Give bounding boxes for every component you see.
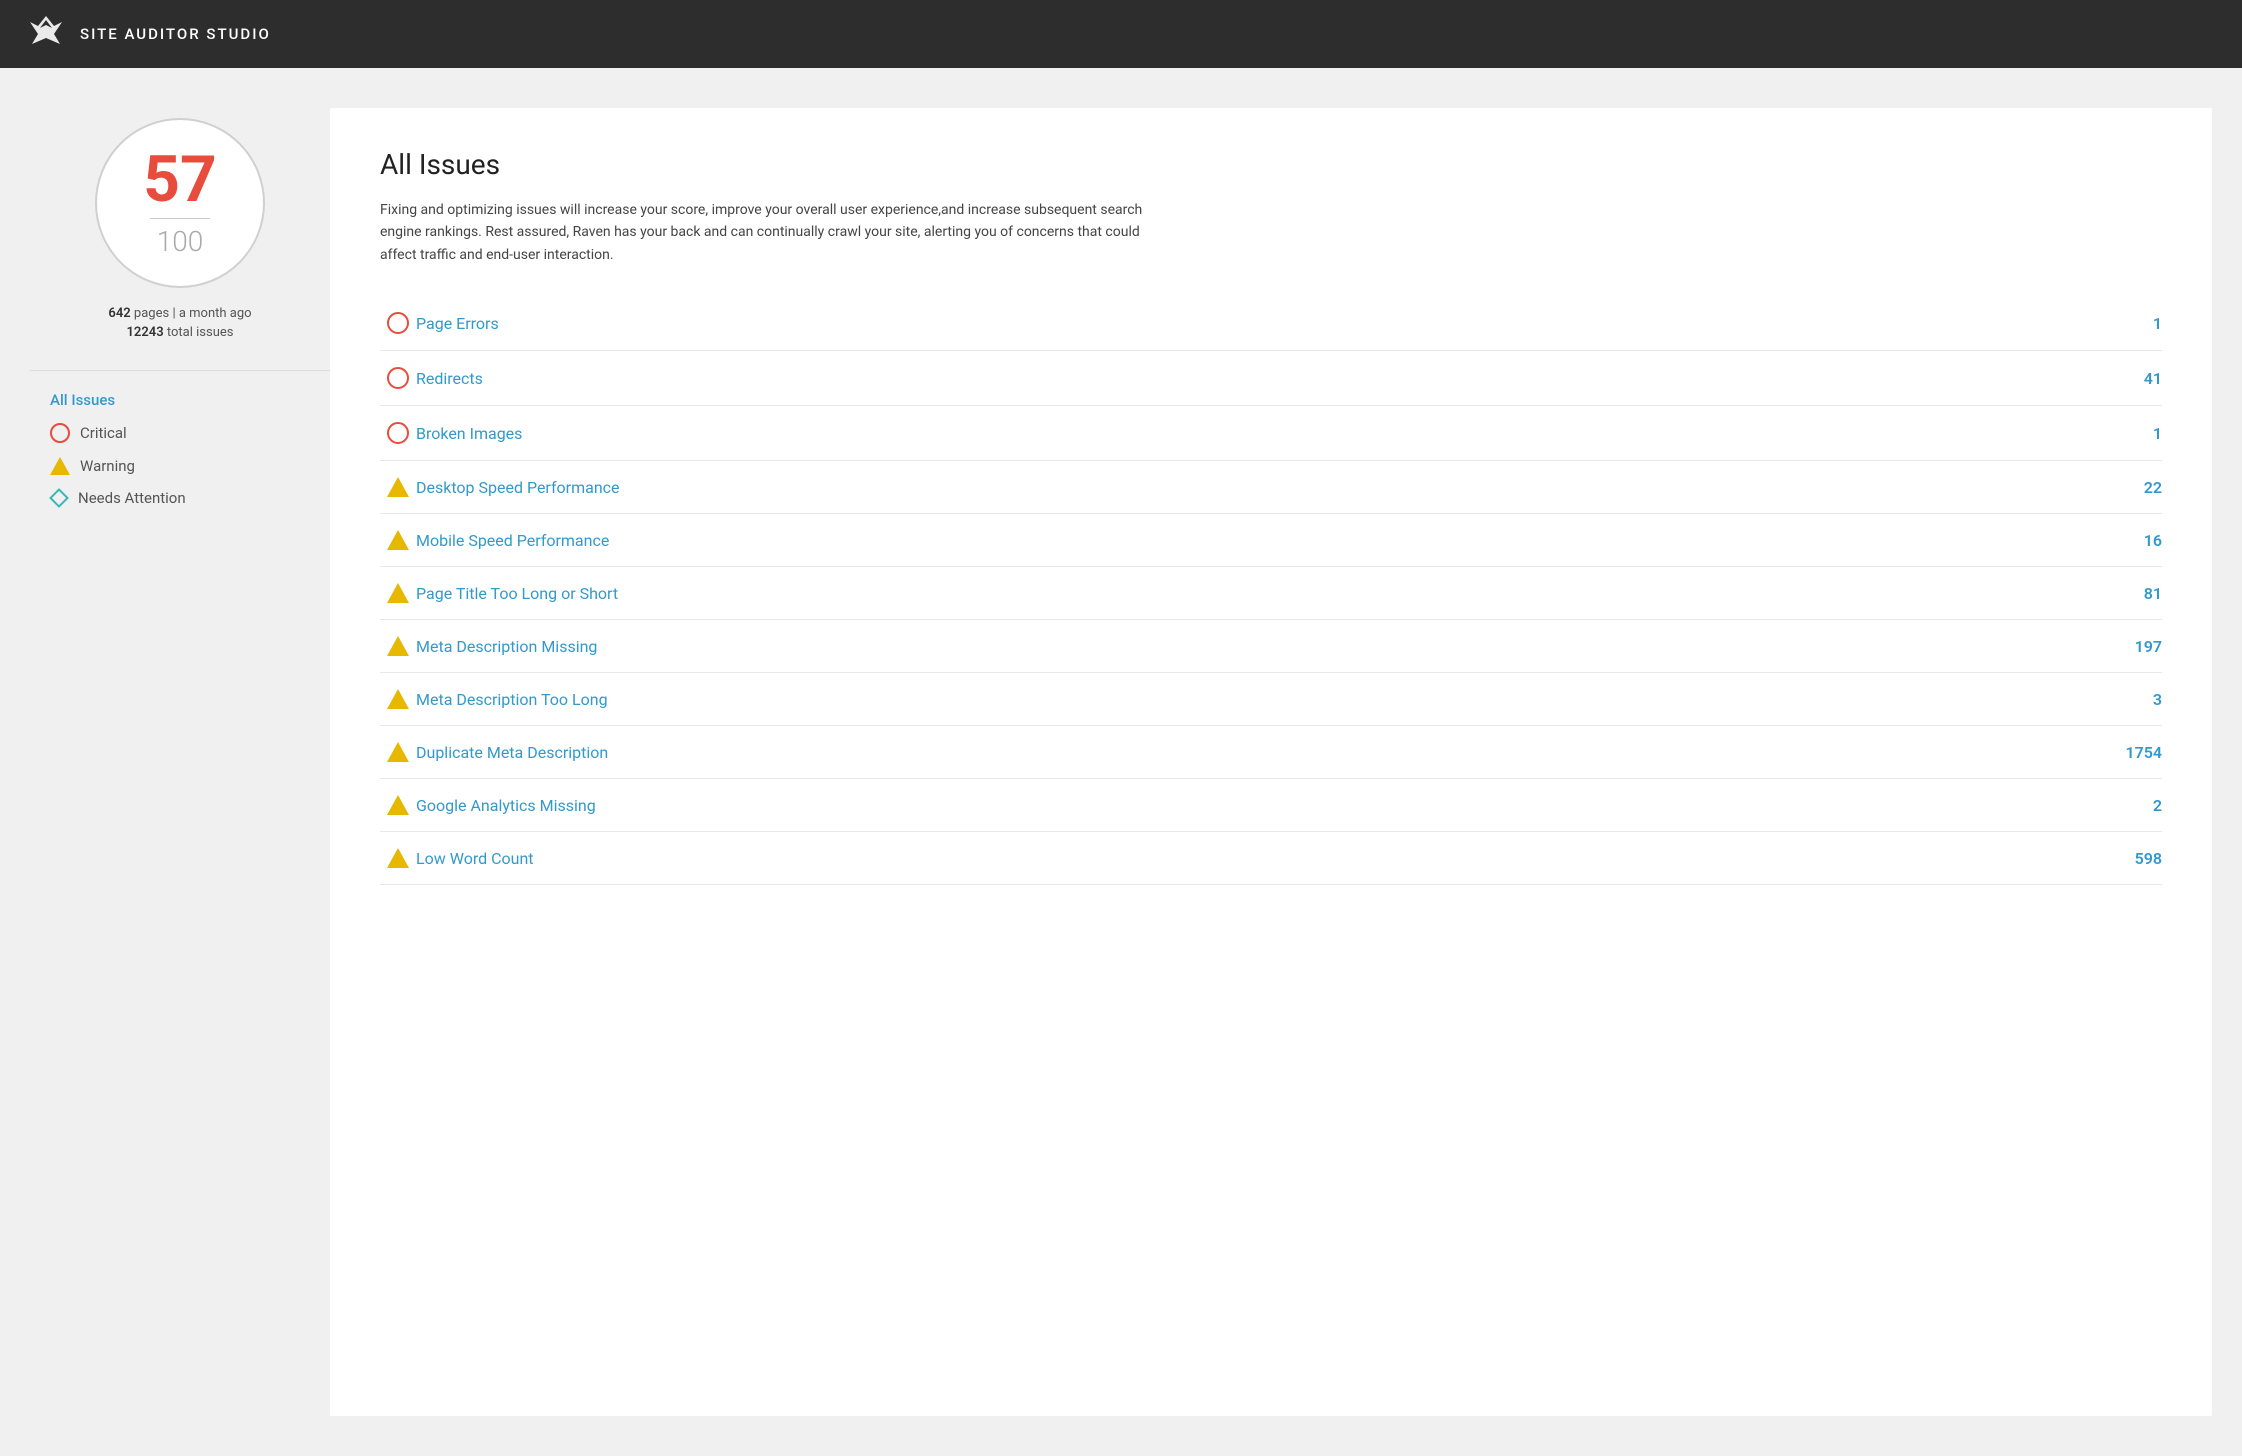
issue-count-page-errors: 1 xyxy=(2102,314,2162,333)
issue-row-mobile-speed[interactable]: Mobile Speed Performance16 xyxy=(380,514,2162,567)
needs-attention-label: Needs Attention xyxy=(78,489,186,507)
issue-count-desktop-speed: 22 xyxy=(2102,478,2162,497)
critical-row-icon xyxy=(387,312,409,334)
issue-row-google-analytics[interactable]: Google Analytics Missing2 xyxy=(380,779,2162,832)
warning-label: Warning xyxy=(80,457,135,475)
issue-row-redirects[interactable]: Redirects41 xyxy=(380,351,2162,406)
issue-label-broken-images[interactable]: Broken Images xyxy=(416,424,2102,443)
issue-count-mobile-speed: 16 xyxy=(2102,531,2162,550)
all-issues-label: All Issues xyxy=(50,391,115,409)
critical-row-icon xyxy=(387,422,409,444)
page-title: All Issues xyxy=(380,148,2162,181)
issue-count-low-word-count: 598 xyxy=(2102,849,2162,868)
warning-row-icon xyxy=(387,477,409,497)
sidebar-item-all-issues[interactable]: All Issues xyxy=(50,391,330,409)
header: SITE AUDITOR STUDIO xyxy=(0,0,2242,68)
sidebar-item-warning[interactable]: Warning xyxy=(50,457,330,475)
pages-label: pages xyxy=(134,306,169,321)
issue-list: Page Errors1Redirects41Broken Images1Des… xyxy=(380,296,2162,885)
needs-attention-icon xyxy=(49,488,69,508)
issue-label-page-errors[interactable]: Page Errors xyxy=(416,314,2102,333)
issue-count-broken-images: 1 xyxy=(2102,424,2162,443)
sidebar-divider xyxy=(30,370,330,371)
warning-row-icon xyxy=(387,689,409,709)
content-description: Fixing and optimizing issues will increa… xyxy=(380,199,1160,266)
sidebar-item-needs-attention[interactable]: Needs Attention xyxy=(50,489,330,507)
critical-label: Critical xyxy=(80,424,127,442)
score-max: 100 xyxy=(157,225,204,258)
issue-row-duplicate-meta[interactable]: Duplicate Meta Description1754 xyxy=(380,726,2162,779)
issue-row-low-word-count[interactable]: Low Word Count598 xyxy=(380,832,2162,885)
issue-row-page-title[interactable]: Page Title Too Long or Short81 xyxy=(380,567,2162,620)
score-circle: 57 100 xyxy=(95,118,265,288)
score-value: 57 xyxy=(143,148,216,212)
warning-row-icon xyxy=(387,583,409,603)
issue-count-google-analytics: 2 xyxy=(2102,796,2162,815)
content-area: All Issues Fixing and optimizing issues … xyxy=(330,108,2212,1416)
issue-label-duplicate-meta[interactable]: Duplicate Meta Description xyxy=(416,743,2102,762)
issue-row-meta-too-long[interactable]: Meta Description Too Long3 xyxy=(380,673,2162,726)
separator: | xyxy=(172,306,175,321)
pages-count: 642 xyxy=(108,306,130,321)
issue-count-redirects: 41 xyxy=(2102,369,2162,388)
time-ago: a month ago xyxy=(179,306,252,321)
warning-row-icon xyxy=(387,742,409,762)
meta-info: 642 pages | a month ago 12243 total issu… xyxy=(108,306,251,340)
critical-row-icon xyxy=(387,367,409,389)
issue-row-page-errors[interactable]: Page Errors1 xyxy=(380,296,2162,351)
sidebar: 57 100 642 pages | a month ago 12243 tot… xyxy=(30,108,330,1416)
score-divider xyxy=(150,218,210,219)
warning-icon xyxy=(50,457,70,475)
issue-label-meta-missing[interactable]: Meta Description Missing xyxy=(416,637,2102,656)
total-issues-count: 12243 xyxy=(127,325,164,340)
critical-icon xyxy=(50,423,70,443)
issue-label-low-word-count[interactable]: Low Word Count xyxy=(416,849,2102,868)
issue-label-desktop-speed[interactable]: Desktop Speed Performance xyxy=(416,478,2102,497)
sidebar-nav: All Issues Critical Warning Needs Attent… xyxy=(30,391,330,507)
issue-row-desktop-speed[interactable]: Desktop Speed Performance22 xyxy=(380,461,2162,514)
sidebar-item-critical[interactable]: Critical xyxy=(50,423,330,443)
issue-label-google-analytics[interactable]: Google Analytics Missing xyxy=(416,796,2102,815)
issues-info: 12243 total issues xyxy=(108,325,251,340)
issue-count-meta-too-long: 3 xyxy=(2102,690,2162,709)
pages-info: 642 pages | a month ago xyxy=(108,306,251,321)
main-content: 57 100 642 pages | a month ago 12243 tot… xyxy=(0,68,2242,1456)
total-issues-label: total issues xyxy=(167,325,234,340)
warning-row-icon xyxy=(387,795,409,815)
issue-row-broken-images[interactable]: Broken Images1 xyxy=(380,406,2162,461)
issue-count-meta-missing: 197 xyxy=(2102,637,2162,656)
issue-label-mobile-speed[interactable]: Mobile Speed Performance xyxy=(416,531,2102,550)
issue-row-meta-missing[interactable]: Meta Description Missing197 xyxy=(380,620,2162,673)
raven-logo-icon xyxy=(24,12,68,56)
issue-count-page-title: 81 xyxy=(2102,584,2162,603)
app-title: SITE AUDITOR STUDIO xyxy=(80,25,271,43)
issue-label-redirects[interactable]: Redirects xyxy=(416,369,2102,388)
issue-count-duplicate-meta: 1754 xyxy=(2102,743,2162,762)
logo-area: SITE AUDITOR STUDIO xyxy=(24,12,271,56)
issue-label-meta-too-long[interactable]: Meta Description Too Long xyxy=(416,690,2102,709)
warning-row-icon xyxy=(387,636,409,656)
warning-row-icon xyxy=(387,848,409,868)
warning-row-icon xyxy=(387,530,409,550)
issue-label-page-title[interactable]: Page Title Too Long or Short xyxy=(416,584,2102,603)
